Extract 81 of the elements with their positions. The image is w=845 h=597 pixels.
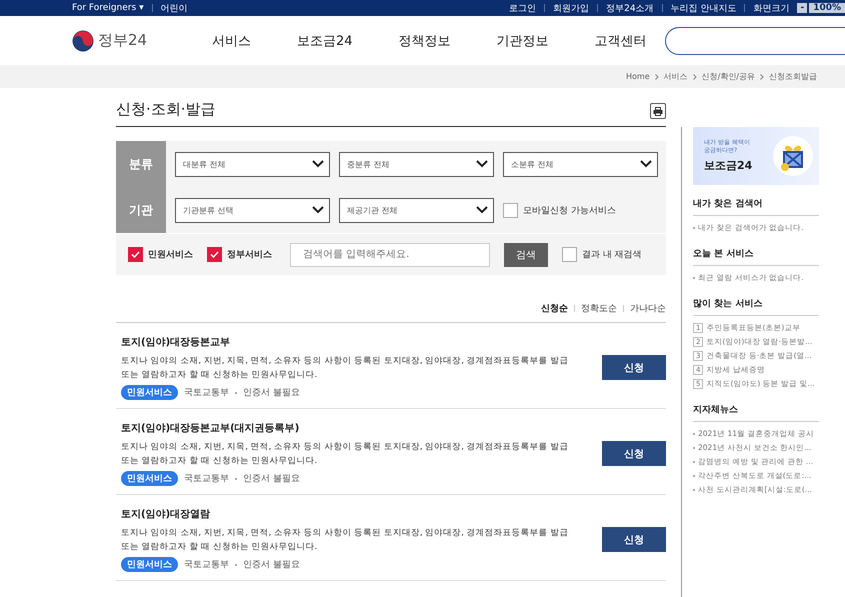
printer-icon[interactable] [653,106,663,116]
filter-label: 기관 [116,187,166,233]
dropdown[interactable]: 기관분류 선택 [175,198,330,222]
search-button[interactable]: 검색 [504,242,548,266]
checkbox-label: 정부서비스 [227,249,272,261]
service-title[interactable]: 토지(임야)대장등본교부 [121,335,572,349]
dropdown[interactable]: 대분류 전체 [175,152,330,176]
gift-box-icon [773,136,813,176]
checkbox[interactable] [128,247,143,262]
top-link[interactable]: 로그인 [509,2,536,14]
top-link[interactable]: 어린이 [160,2,188,14]
service-title[interactable]: 토지(임야)대장열람 [121,507,572,521]
agency-name: 국토교통부 [184,473,229,485]
chevron-down-icon [476,160,488,168]
banner-brand: 보조금24 [704,158,752,173]
taegeuk-logo-icon [72,30,94,52]
breadcrumb-link[interactable]: 신청조회발급 [769,71,817,82]
nav-item[interactable]: 고객센터 [594,32,647,50]
top-link[interactable]: 누리집 안내지도 [670,2,736,14]
chevron-down-icon [476,206,488,214]
chevron-down-icon [640,160,652,168]
checkbox-label: 모바일신청 가능서비스 [523,204,616,216]
dropdown[interactable]: 제공기관 전체 [339,198,494,222]
chevron-right-icon [654,74,659,80]
auth-note: 인증서 불필요 [243,559,300,571]
service-tag: 민원서비스 [121,557,178,572]
chevron-down-icon [312,206,324,214]
breadcrumb-link[interactable]: 서비스 [664,71,688,82]
sort-option[interactable]: 정확도순 [581,302,617,315]
top-link[interactable]: For Foreigners ▾ [72,3,144,13]
checkmark-icon [210,251,219,258]
section-title: 많이 찾는 서비스 [693,297,819,316]
apply-button[interactable]: 신청 [602,441,666,466]
service-title[interactable]: 토지(임야)대장등본교부(대지권등록부) [121,421,572,435]
checkmark-icon [131,251,140,258]
dropdown[interactable]: 중분류 전체 [339,152,494,176]
dot-separator [235,564,237,566]
apply-button[interactable]: 신청 [602,527,666,552]
nav-item[interactable]: 정책정보 [398,32,451,50]
checkbox[interactable] [207,247,222,262]
service-description: 토지나 임야의 소재, 지번, 지목, 면적, 소유자 등의 사항이 등록된 토지대장, 임야대장, 경계점좌표등록부를 발급 또는 열람하고자 할 때 신청하는 민원사무입니다. [121,441,570,468]
checkbox[interactable] [562,247,577,262]
dropdown[interactable]: 소분류 전체 [503,152,658,176]
chevron-right-icon [692,74,697,80]
service-description: 토지나 임야의 소재, 지번, 지목, 면적, 소유자 등의 사항이 등록된 토지대장, 임야대장, 경계점좌표등록부를 발급 또는 열람하고자 할 때 신청하는 민원사무입니다. [121,355,570,382]
agency-name: 국토교통부 [184,559,229,571]
checkbox-label: 결과 내 재검색 [582,249,642,261]
sort-option[interactable]: 가나다순 [630,302,666,315]
zoom-value: 100% [809,3,845,13]
checkbox-label: 민원서비스 [148,249,193,261]
keyword-input[interactable]: 검색어를 입력해주세요. [290,242,490,266]
sort-option[interactable]: 신청순 [541,302,568,315]
nav-item[interactable]: 서비스 [212,32,251,50]
checkbox[interactable] [503,202,518,218]
dot-separator [235,478,237,480]
page-title: 신청·조회·발급 [116,100,216,119]
agency-name: 국토교통부 [184,387,229,399]
search-field[interactable] [665,26,845,54]
breadcrumb-link[interactable]: Home [626,72,650,81]
breadcrumb-link[interactable]: 신청/확인/공유 [702,71,755,82]
section-title: 내가 찾은 검색어 [693,197,819,216]
service-tag: 민원서비스 [121,471,178,486]
chevron-down-icon [312,160,324,168]
top-link[interactable]: 정부24소개 [606,2,654,14]
auth-note: 인증서 불필요 [243,473,300,485]
auth-note: 인증서 불필요 [243,387,300,399]
dot-separator [235,392,237,394]
zoom-label: 화면크기 [753,2,790,14]
section-title: 오늘 본 서비스 [693,247,819,266]
top-link[interactable]: 회원가입 [553,2,590,14]
print-button[interactable] [650,103,666,119]
logo-text[interactable]: 정부24 [98,31,148,50]
nav-item[interactable]: 기관정보 [496,32,549,50]
apply-button[interactable]: 신청 [602,355,666,380]
service-tag: 민원서비스 [121,385,178,400]
service-description: 토지나 임야의 소재, 지번, 지목, 면적, 소유자 등의 사항이 등록된 토지대장, 임야대장, 경계점좌표등록부를 발급 또는 열람하고자 할 때 신청하는 민원사무입니다. [121,527,570,554]
nav-item[interactable]: 보조금24 [297,32,353,50]
filter-label: 분류 [116,141,166,187]
chevron-right-icon [760,74,764,80]
zoom-out-button[interactable]: - [797,3,808,13]
section-title: 지자체뉴스 [693,403,819,422]
